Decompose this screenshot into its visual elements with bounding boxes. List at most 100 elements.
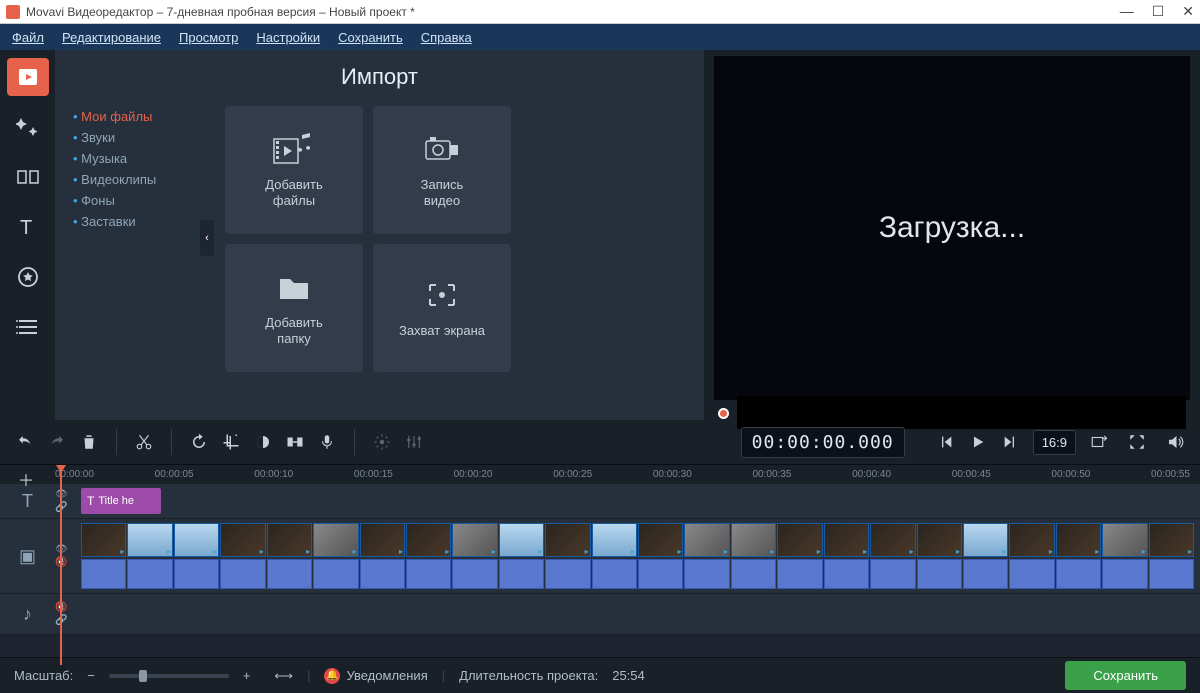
track-mute-icon[interactable]: 🔇 bbox=[55, 557, 75, 568]
menu-edit[interactable]: Редактирование bbox=[62, 30, 161, 45]
menu-file[interactable]: Файл bbox=[12, 30, 44, 45]
playhead-icon[interactable] bbox=[60, 465, 62, 665]
audio-clip[interactable] bbox=[360, 559, 405, 589]
video-clips-row[interactable] bbox=[81, 523, 1194, 557]
crop-button[interactable] bbox=[216, 427, 246, 457]
category-myfiles[interactable]: Мои файлы bbox=[73, 106, 213, 127]
audio-clip[interactable] bbox=[174, 559, 219, 589]
category-sounds[interactable]: Звуки bbox=[73, 127, 213, 148]
track-link-icon[interactable]: 🔗 bbox=[55, 615, 75, 626]
category-music[interactable]: Музыка bbox=[73, 148, 213, 169]
audio-clip[interactable] bbox=[638, 559, 683, 589]
video-clip[interactable] bbox=[777, 523, 822, 557]
save-button[interactable]: Сохранить bbox=[1065, 661, 1186, 690]
video-clip[interactable] bbox=[731, 523, 776, 557]
track-visible-icon[interactable]: 👁 bbox=[55, 544, 75, 555]
close-button[interactable]: ✕ bbox=[1182, 3, 1194, 20]
maximize-button[interactable]: ☐ bbox=[1152, 3, 1165, 20]
video-clip[interactable] bbox=[545, 523, 590, 557]
audio-clip[interactable] bbox=[777, 559, 822, 589]
microphone-button[interactable] bbox=[312, 427, 342, 457]
video-clip[interactable] bbox=[1009, 523, 1054, 557]
video-clip[interactable] bbox=[267, 523, 312, 557]
prev-button[interactable] bbox=[931, 427, 961, 457]
category-videoclips[interactable]: Видеоклипы bbox=[73, 169, 213, 190]
transition-wizard-button[interactable] bbox=[280, 427, 310, 457]
audio-clip[interactable] bbox=[1009, 559, 1054, 589]
menu-help[interactable]: Справка bbox=[421, 30, 472, 45]
track-mute-icon[interactable]: 🔇 bbox=[55, 602, 75, 613]
tool-transitions[interactable] bbox=[7, 158, 49, 196]
menu-save[interactable]: Сохранить bbox=[338, 30, 403, 45]
zoom-in-button[interactable]: + bbox=[243, 668, 251, 683]
tool-more[interactable] bbox=[7, 308, 49, 346]
add-track-button[interactable]: ＋ bbox=[18, 467, 34, 491]
audio-clip[interactable] bbox=[267, 559, 312, 589]
undo-button[interactable] bbox=[10, 427, 40, 457]
tile-record-video[interactable]: Запись видео bbox=[373, 106, 511, 234]
title-clip[interactable]: T Title he bbox=[81, 488, 161, 514]
volume-button[interactable] bbox=[1160, 427, 1190, 457]
fit-timeline-button[interactable]: ⟷ bbox=[274, 668, 293, 684]
audio-clip[interactable] bbox=[499, 559, 544, 589]
menu-settings[interactable]: Настройки bbox=[256, 30, 320, 45]
video-clip[interactable] bbox=[638, 523, 683, 557]
audio-clip[interactable] bbox=[592, 559, 637, 589]
menu-view[interactable]: Просмотр bbox=[179, 30, 238, 45]
video-clip[interactable] bbox=[917, 523, 962, 557]
timecode-display[interactable]: 00:00:00.000 bbox=[741, 427, 905, 458]
scrubber-track[interactable] bbox=[737, 396, 1186, 430]
delete-button[interactable] bbox=[74, 427, 104, 457]
audio-clip[interactable] bbox=[452, 559, 497, 589]
video-clip[interactable] bbox=[127, 523, 172, 557]
audio-clip[interactable] bbox=[406, 559, 451, 589]
tool-import[interactable] bbox=[7, 58, 49, 96]
video-clip[interactable] bbox=[313, 523, 358, 557]
tool-titles[interactable]: T bbox=[7, 208, 49, 246]
tool-stickers[interactable] bbox=[7, 258, 49, 296]
rotate-button[interactable] bbox=[184, 427, 214, 457]
audio-clip[interactable] bbox=[1056, 559, 1101, 589]
zoom-out-button[interactable]: − bbox=[87, 668, 95, 683]
notifications-button[interactable]: 🔔 Уведомления bbox=[324, 668, 427, 684]
audio-clip[interactable] bbox=[731, 559, 776, 589]
video-clip[interactable] bbox=[1102, 523, 1147, 557]
video-clip[interactable] bbox=[592, 523, 637, 557]
next-button[interactable] bbox=[995, 427, 1025, 457]
video-clip[interactable] bbox=[360, 523, 405, 557]
video-clip[interactable] bbox=[870, 523, 915, 557]
track-visible-icon[interactable]: 👁 bbox=[55, 489, 75, 500]
audio-clip[interactable] bbox=[917, 559, 962, 589]
scrubber-handle-icon[interactable] bbox=[718, 408, 729, 419]
audio-clip[interactable] bbox=[824, 559, 869, 589]
zoom-slider[interactable] bbox=[109, 674, 229, 678]
color-button[interactable] bbox=[248, 427, 278, 457]
play-button[interactable] bbox=[963, 427, 993, 457]
minimize-button[interactable]: — bbox=[1120, 3, 1134, 20]
clip-properties-button[interactable] bbox=[367, 427, 397, 457]
video-clip[interactable] bbox=[220, 523, 265, 557]
equalizer-button[interactable] bbox=[399, 427, 429, 457]
video-clip[interactable] bbox=[174, 523, 219, 557]
video-clip[interactable] bbox=[824, 523, 869, 557]
tile-add-folder[interactable]: Добавить папку bbox=[225, 244, 363, 372]
cut-button[interactable] bbox=[129, 427, 159, 457]
detach-preview-button[interactable] bbox=[1084, 427, 1114, 457]
audio-clip[interactable] bbox=[1102, 559, 1147, 589]
redo-button[interactable] bbox=[42, 427, 72, 457]
tool-filters[interactable] bbox=[7, 108, 49, 146]
video-clip[interactable] bbox=[1149, 523, 1194, 557]
video-clip[interactable] bbox=[452, 523, 497, 557]
video-clip[interactable] bbox=[406, 523, 451, 557]
audio-clip[interactable] bbox=[127, 559, 172, 589]
video-clip[interactable] bbox=[499, 523, 544, 557]
video-clip[interactable] bbox=[963, 523, 1008, 557]
timeline-ruler[interactable]: ＋ 00:00:00 00:00:05 00:00:10 00:00:15 00… bbox=[0, 464, 1200, 484]
preview-scrubber[interactable] bbox=[714, 406, 1190, 420]
tile-screen-capture[interactable]: Захват экрана bbox=[373, 244, 511, 372]
audio-clip[interactable] bbox=[313, 559, 358, 589]
audio-clip[interactable] bbox=[870, 559, 915, 589]
video-clip[interactable] bbox=[684, 523, 729, 557]
collapse-categories-button[interactable]: ‹ bbox=[200, 220, 214, 256]
audio-clip[interactable] bbox=[545, 559, 590, 589]
